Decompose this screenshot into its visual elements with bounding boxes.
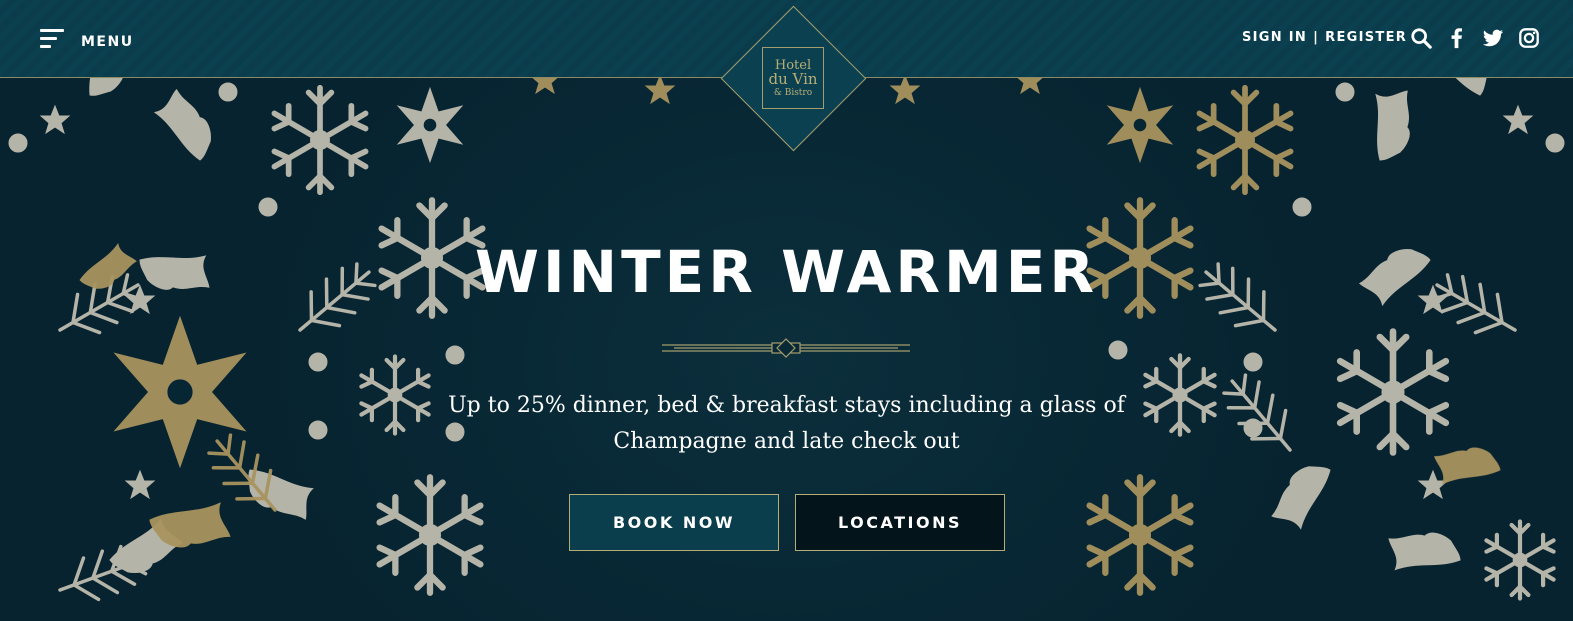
hero-title: WINTER WARMER <box>474 238 1099 306</box>
book-now-button[interactable]: BOOK NOW <box>569 494 779 551</box>
search-icon[interactable] <box>1410 27 1432 49</box>
account-separator: | <box>1313 30 1320 45</box>
hero-subtitle-line-2: Champagne and late check out <box>613 429 960 454</box>
locations-button[interactable]: LOCATIONS <box>795 494 1005 551</box>
hamburger-icon <box>40 29 64 49</box>
facebook-icon[interactable] <box>1446 27 1468 49</box>
header-icons <box>1410 27 1540 49</box>
twitter-icon[interactable] <box>1482 27 1504 49</box>
hotel-logo[interactable]: Hotel du Vin & Bistro <box>720 5 867 152</box>
ornamental-divider <box>662 338 910 358</box>
account-links: SIGN IN | REGISTER <box>1242 30 1407 45</box>
instagram-icon[interactable] <box>1518 27 1540 49</box>
register-link[interactable]: REGISTER <box>1325 30 1407 45</box>
hero-subtitle-line-1: Up to 25% dinner, bed & breakfast stays … <box>448 393 1125 418</box>
menu-label: MENU <box>81 34 134 50</box>
menu-button[interactable]: MENU <box>40 28 134 50</box>
logo-line-bistro: & Bistro <box>773 87 813 98</box>
hero-subtitle: Up to 25% dinner, bed & breakfast stays … <box>0 388 1573 460</box>
hero-section: MENU SIGN IN | REGISTER Hotel du Vin & B… <box>0 0 1573 621</box>
sign-in-link[interactable]: SIGN IN <box>1242 30 1307 45</box>
logo-wordmark: Hotel du Vin & Bistro <box>762 47 824 109</box>
logo-line-du-vin: du Vin <box>768 69 818 88</box>
